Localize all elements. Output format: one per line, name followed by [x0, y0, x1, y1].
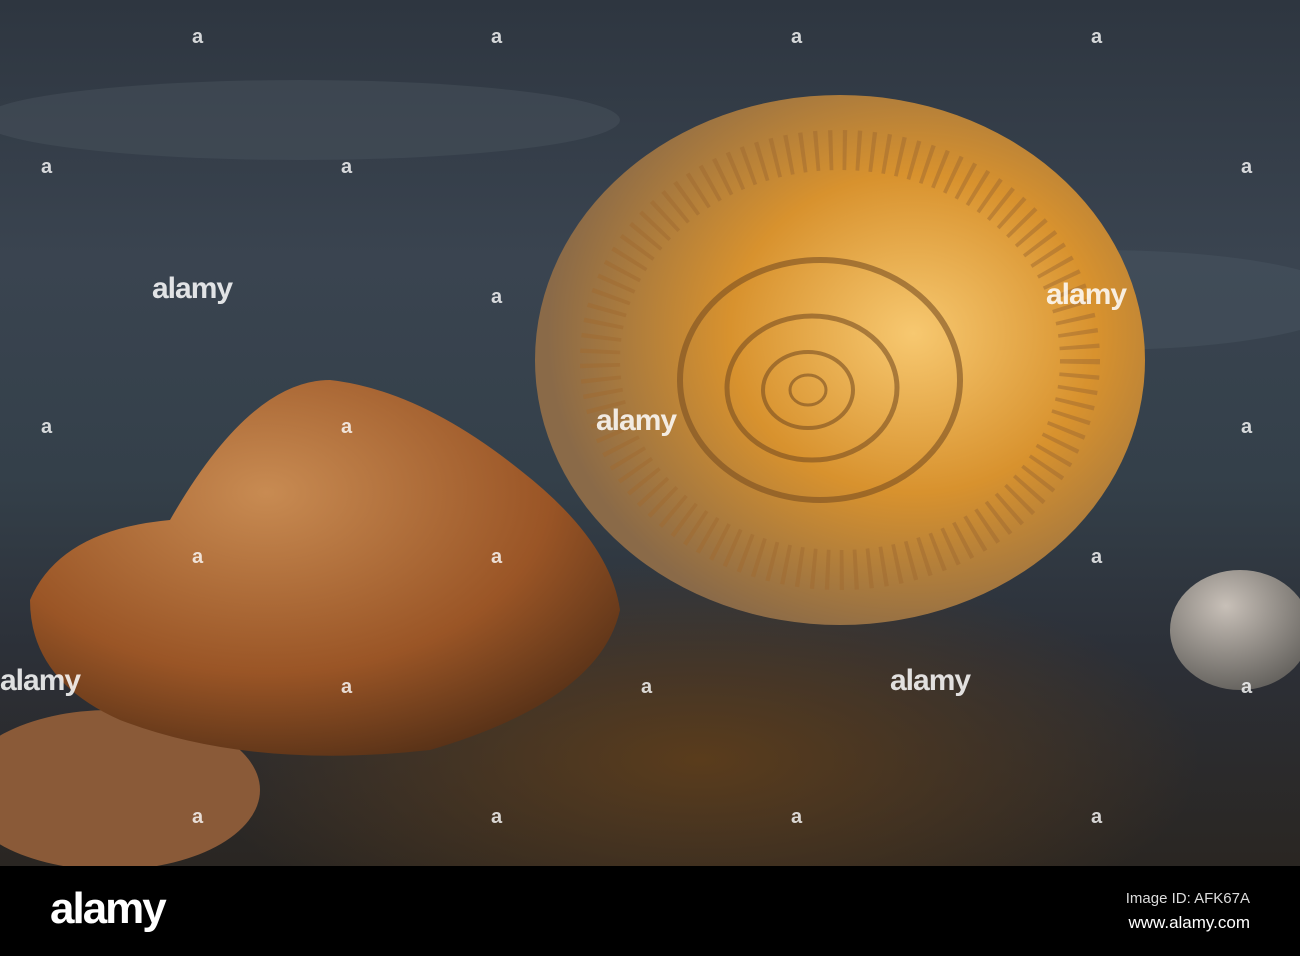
- watermark-mark: a: [791, 26, 803, 48]
- watermark-mark: a: [491, 806, 503, 828]
- watermark-mark: a: [192, 26, 204, 48]
- watermark-mark: a: [341, 156, 353, 178]
- watermark-mark: a: [192, 806, 204, 828]
- photo-ammonite-in-water: alamy alamy alamy alamy alamy a a a a a …: [0, 0, 1300, 866]
- watermark-mark: a: [1241, 676, 1253, 698]
- watermark-mark: a: [41, 416, 53, 438]
- watermark-mark: a: [641, 676, 653, 698]
- rock: [30, 380, 620, 756]
- pebble-right: [1170, 570, 1300, 690]
- ammonite-shell: [535, 95, 1145, 625]
- watermark-text: alamy: [1046, 278, 1127, 311]
- watermark-mark: a: [1091, 546, 1103, 568]
- watermark-mark: a: [341, 416, 353, 438]
- website-link: www.alamy.com: [1128, 913, 1250, 932]
- watermark-mark: a: [1091, 26, 1103, 48]
- stock-photo: alamy alamy alamy alamy alamy a a a a a …: [0, 0, 1300, 956]
- watermark-mark: a: [491, 546, 503, 568]
- watermark-mark: a: [1091, 806, 1103, 828]
- watermark-mark: a: [491, 26, 503, 48]
- watermark-mark: a: [41, 156, 53, 178]
- watermark-mark: a: [1241, 416, 1253, 438]
- watermark-mark: a: [1241, 156, 1253, 178]
- water-streak: [0, 80, 620, 160]
- image-id: Image ID: AFK67A: [1125, 890, 1250, 907]
- watermark-text: alamy: [0, 664, 81, 697]
- footer-bar: alamy Image ID: AFK67A www.alamy.com: [0, 866, 1300, 956]
- ammonite: [535, 95, 1145, 625]
- watermark-text: alamy: [152, 272, 233, 305]
- watermark-mark: a: [491, 286, 503, 308]
- alamy-logo: alamy: [50, 884, 167, 933]
- watermark-mark: a: [341, 676, 353, 698]
- watermark-text: alamy: [596, 404, 677, 437]
- watermark-mark: a: [791, 806, 803, 828]
- watermark-text: alamy: [890, 664, 971, 697]
- watermark-mark: a: [192, 546, 204, 568]
